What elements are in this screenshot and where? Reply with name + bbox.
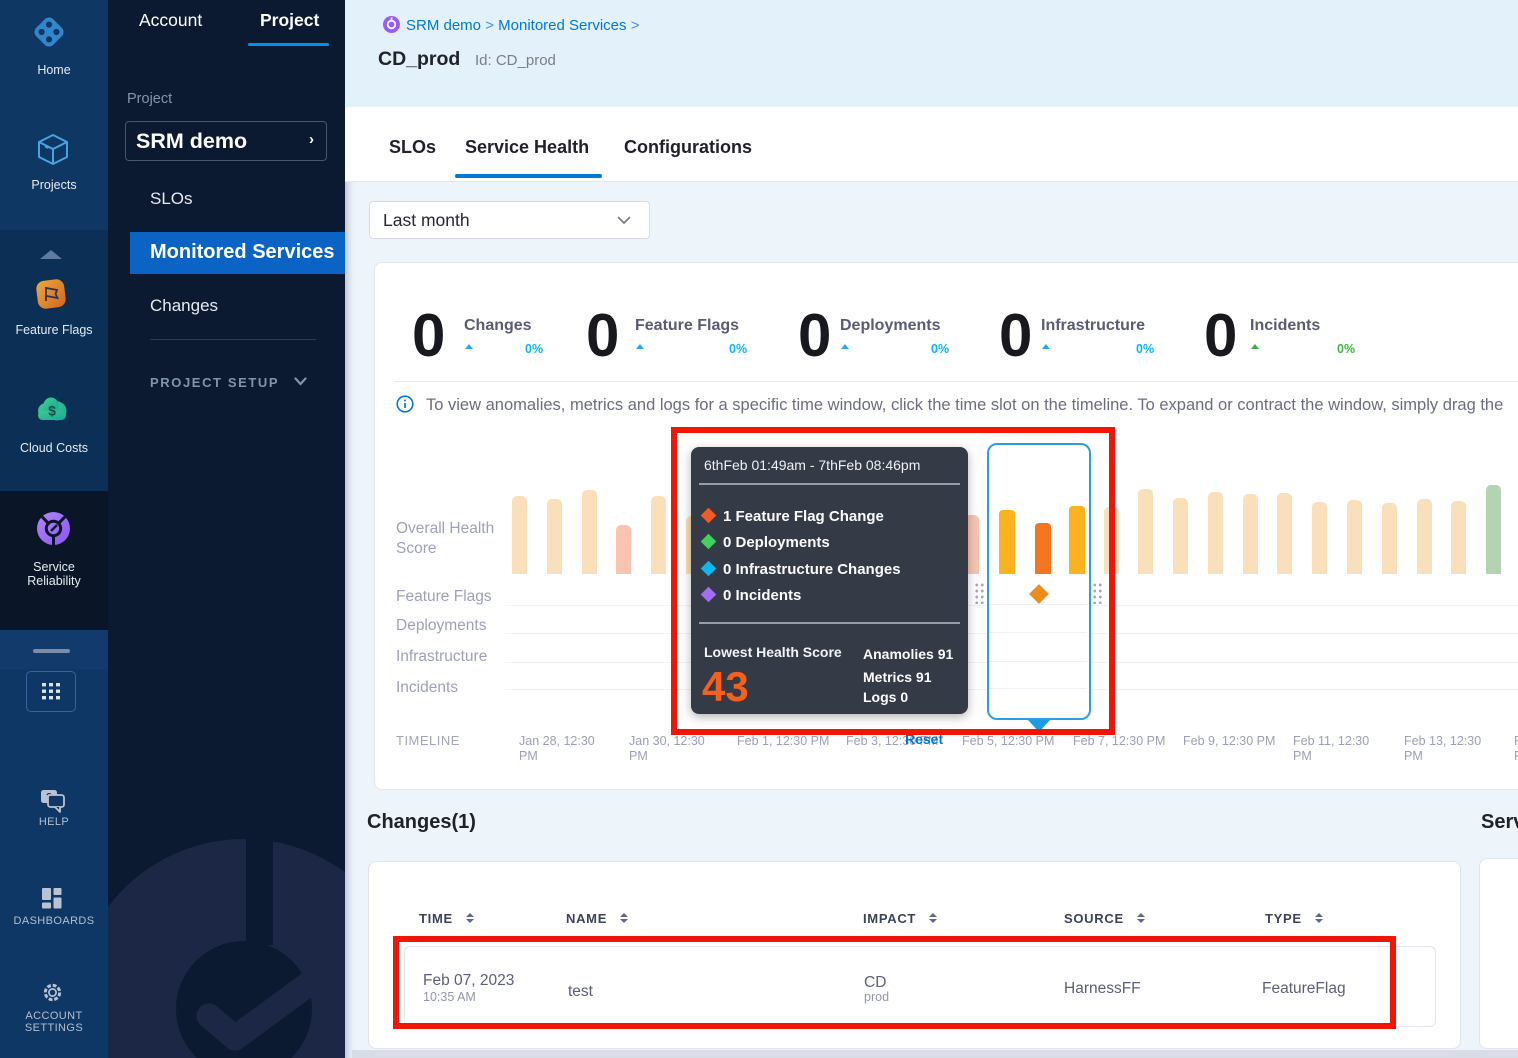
svg-text:$: $ <box>48 403 56 419</box>
